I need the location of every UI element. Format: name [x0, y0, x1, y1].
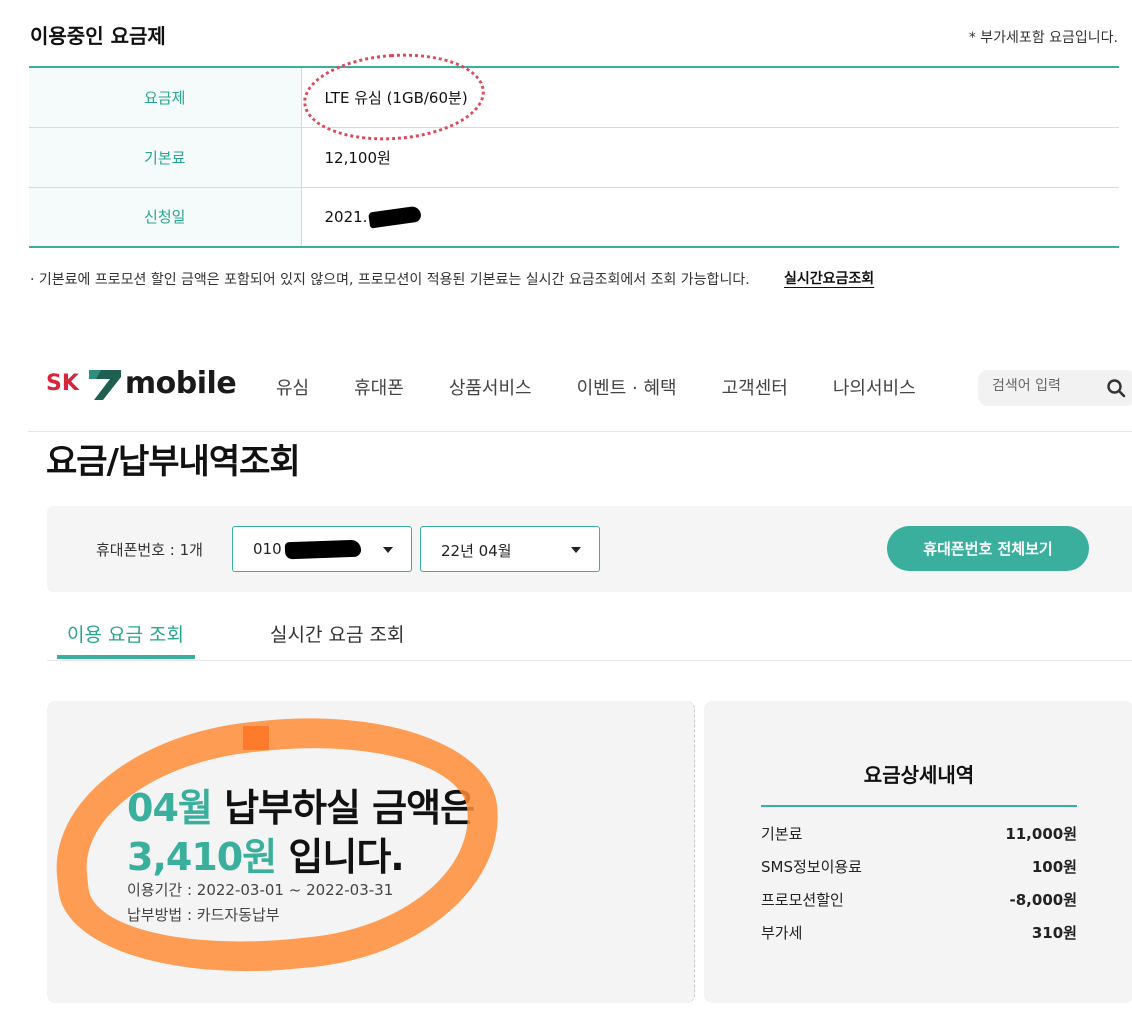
filter-bar: 휴대폰번호 : 1개 010 22년 04월 휴대폰번호 전체보기 [47, 506, 1132, 592]
base-fee-label: 기본료 [29, 127, 302, 188]
plan-row-plan: 요금제 LTE 유심 (1GB/60분) [29, 67, 1119, 128]
fee-amount: 11,000원 [1005, 825, 1077, 843]
phone-select-value: 010 [253, 540, 282, 558]
redaction-mark [284, 539, 362, 560]
plan-row-base-fee: 기본료 12,100원 [29, 127, 1119, 188]
apply-date-cell: 2021. [301, 187, 1119, 247]
vat-note: * 부가세포함 요금입니다. [968, 30, 1118, 46]
nav-item-phone[interactable]: 휴대폰 [354, 374, 404, 400]
amount-line-1-text: 납부하실 금액은 [224, 786, 475, 830]
phone-count-label: 휴대폰번호 : 1개 [96, 541, 203, 559]
footnote-text: · 기본료에 프로모션 할인 금액은 포함되어 있지 않으며, 프로모션이 적용… [30, 272, 750, 288]
bill-month: 04월 [127, 786, 213, 830]
view-all-numbers-button[interactable]: 휴대폰번호 전체보기 [887, 526, 1089, 571]
nav-item-my-service[interactable]: 나의서비스 [833, 374, 916, 400]
month-select-value: 22년 04월 [441, 542, 512, 560]
active-tab-indicator [57, 655, 195, 659]
fee-label: 기본료 [761, 825, 803, 843]
fee-amount: 100원 [1031, 858, 1077, 876]
fee-row-vat: 부가세 310원 [761, 922, 1077, 943]
realtime-fee-link[interactable]: 실시간요금조회 [784, 268, 874, 288]
nav-item-customer-center[interactable]: 고객센터 [722, 374, 788, 400]
plan-label: 요금제 [29, 67, 302, 128]
fee-label: 프로모션할인 [761, 891, 844, 909]
fee-amount: -8,000원 [1009, 891, 1077, 909]
plan-row-apply-date: 신청일 2021. [29, 187, 1119, 247]
phone-number-select[interactable]: 010 [232, 526, 412, 572]
nav-item-products[interactable]: 상품서비스 [449, 374, 532, 400]
amount-line-1: 04월 납부하실 금액은 [127, 777, 475, 832]
nav-item-usim[interactable]: 유심 [276, 374, 309, 400]
amount-line-2-text: 입니다. [288, 835, 404, 879]
plan-value: LTE 유심 (1GB/60분) [301, 67, 1119, 128]
amount-line-2: 3,410원 입니다. [127, 826, 405, 881]
nav-item-events[interactable]: 이벤트 · 혜택 [577, 374, 677, 400]
base-fee-value: 12,100원 [301, 127, 1119, 188]
sk-7mobile-logo[interactable]: SK mobile [46, 362, 237, 402]
fee-detail-title: 요금상세내역 [863, 763, 975, 787]
redaction-mark [368, 205, 423, 229]
logo-sk-text: SK [46, 371, 79, 396]
fee-label: 부가세 [761, 924, 803, 942]
payment-method: 납부방법 : 카드자동납부 [127, 906, 280, 924]
plan-table: 요금제 LTE 유심 (1GB/60분) 기본료 12,100원 신청일 202… [29, 66, 1119, 248]
search-input[interactable] [992, 378, 1092, 394]
fee-row-promotion: 프로모션할인 -8,000원 [761, 889, 1077, 910]
fee-amount: 310원 [1031, 924, 1077, 942]
caret-down-icon [383, 547, 393, 553]
page-title: 요금/납부내역조회 [46, 442, 301, 482]
tab-usage-fee[interactable]: 이용 요금 조회 [67, 620, 184, 647]
main-nav: 유심 휴대폰 상품서비스 이벤트 · 혜택 고객센터 나의서비스 [276, 374, 916, 400]
caret-down-icon [571, 547, 581, 553]
fee-row-base: 기본료 11,000원 [761, 823, 1077, 844]
usage-period: 이용기간 : 2022-03-01 ~ 2022-03-31 [127, 881, 394, 899]
apply-date-label: 신청일 [29, 187, 302, 247]
fee-detail-card: 요금상세내역 기본료 11,000원 SMS정보이용료 100원 프로모션할인 … [704, 701, 1132, 1003]
search-box [978, 370, 1132, 406]
month-select[interactable]: 22년 04월 [420, 526, 600, 572]
fee-label: SMS정보이용료 [761, 858, 862, 876]
apply-date-value: 2021. [324, 207, 368, 226]
header-divider [28, 431, 1132, 432]
tab-realtime-fee[interactable]: 실시간 요금 조회 [270, 620, 404, 647]
fee-detail-divider [761, 805, 1077, 807]
fee-row-sms: SMS정보이용료 100원 [761, 856, 1077, 877]
search-icon[interactable] [1106, 378, 1126, 398]
payment-summary-card: 04월 납부하실 금액은 3,410원 입니다. 이용기간 : 2022-03-… [47, 701, 695, 1003]
tab-divider [47, 660, 1132, 661]
payment-amount: 3,410원 [127, 835, 277, 879]
seven-logo-icon [88, 370, 121, 400]
logo-mobile-text: mobile [124, 366, 237, 401]
plan-section-title: 이용중인 요금제 [30, 24, 166, 48]
